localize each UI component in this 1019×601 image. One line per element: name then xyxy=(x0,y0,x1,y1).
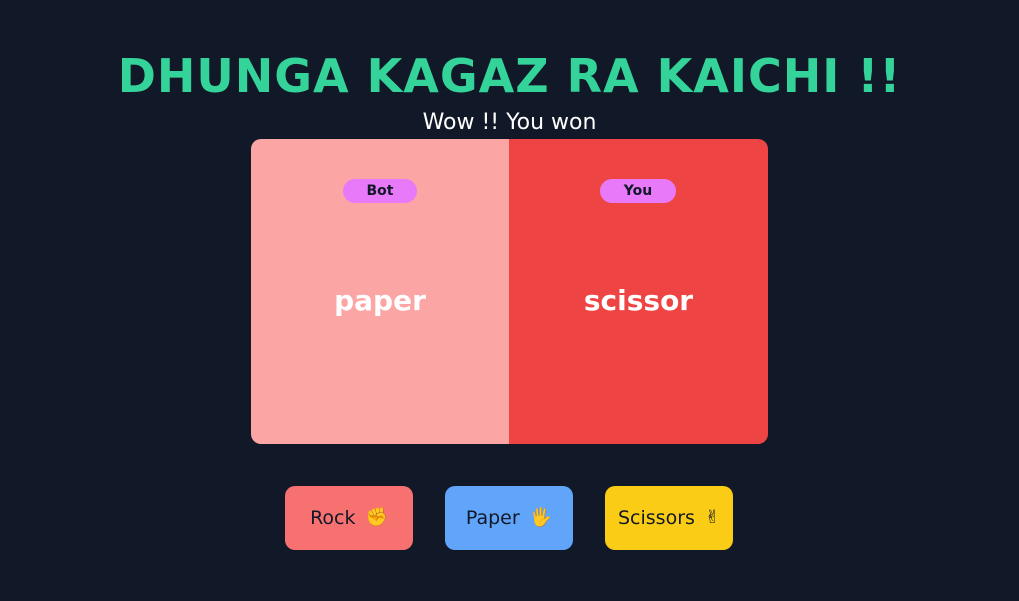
paper-button[interactable]: Paper 🖐 xyxy=(445,486,573,550)
bot-badge: Bot xyxy=(343,179,417,203)
scissors-button[interactable]: Scissors ✌ xyxy=(605,486,733,550)
game-board: Bot paper You scissor xyxy=(251,139,768,444)
victory-hand-icon: ✌ xyxy=(704,507,720,528)
game-page: DHUNGA KAGAZ RA KAICHI !! Wow !! You won… xyxy=(0,0,1019,601)
scissors-button-label: Scissors xyxy=(617,507,695,529)
bot-choice: paper xyxy=(334,284,426,317)
player-choice: scissor xyxy=(583,284,694,317)
player-panel: You scissor xyxy=(509,139,768,444)
bot-panel: Bot paper xyxy=(251,139,509,444)
raised-fist-icon: ✊ xyxy=(365,507,388,528)
page-title: DHUNGA KAGAZ RA KAICHI !! xyxy=(117,49,902,103)
paper-button-label: Paper xyxy=(465,507,520,529)
raised-hand-icon: 🖐 xyxy=(529,507,553,528)
result-message: Wow !! You won xyxy=(422,110,597,135)
rock-button[interactable]: Rock ✊ xyxy=(285,486,413,550)
rock-button-label: Rock xyxy=(310,507,356,529)
player-badge: You xyxy=(600,179,676,203)
